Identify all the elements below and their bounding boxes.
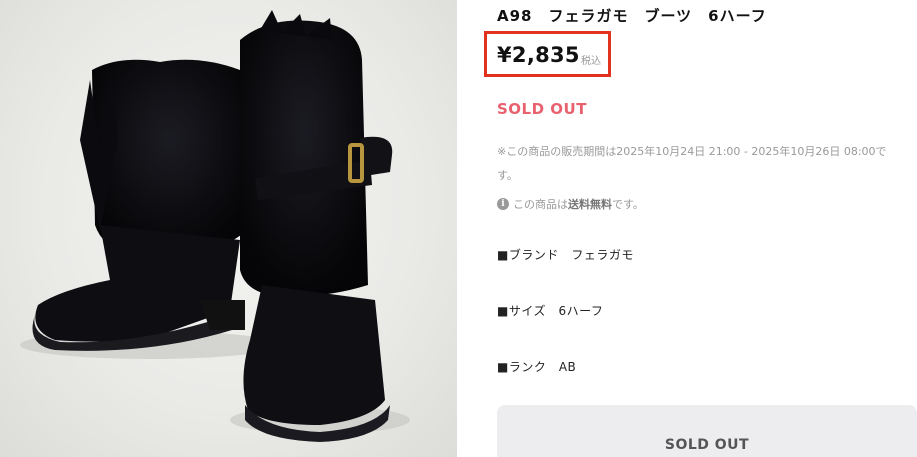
spec-brand: ■ブランド フェラガモ: [497, 248, 634, 262]
product-price: ¥2,835: [497, 43, 580, 67]
product-title: A98 フェラガモ ブーツ 6ハーフ: [497, 7, 767, 25]
sold-out-button[interactable]: SOLD OUT: [497, 405, 917, 457]
tax-included-label: 税込: [581, 56, 601, 67]
info-icon: i: [497, 198, 509, 210]
product-info: A98 フェラガモ ブーツ 6ハーフ ¥2,835 税込 SOLD OUT ※こ…: [484, 0, 917, 457]
spec-rank: ■ランク AB: [497, 360, 577, 374]
shipping-note: i この商品は送料無料です。: [497, 196, 644, 212]
free-shipping-emphasis: 送料無料: [568, 198, 612, 211]
product-photo[interactable]: [0, 0, 457, 457]
sold-out-status: SOLD OUT: [497, 100, 587, 118]
shipping-text: この商品は送料無料です。: [513, 198, 644, 211]
boots-image: [20, 10, 410, 442]
spec-size: ■サイズ 6ハーフ: [497, 304, 604, 318]
sale-period-note: ※この商品の販売期間は2025年10月24日 21:00 - 2025年10月2…: [497, 145, 887, 182]
